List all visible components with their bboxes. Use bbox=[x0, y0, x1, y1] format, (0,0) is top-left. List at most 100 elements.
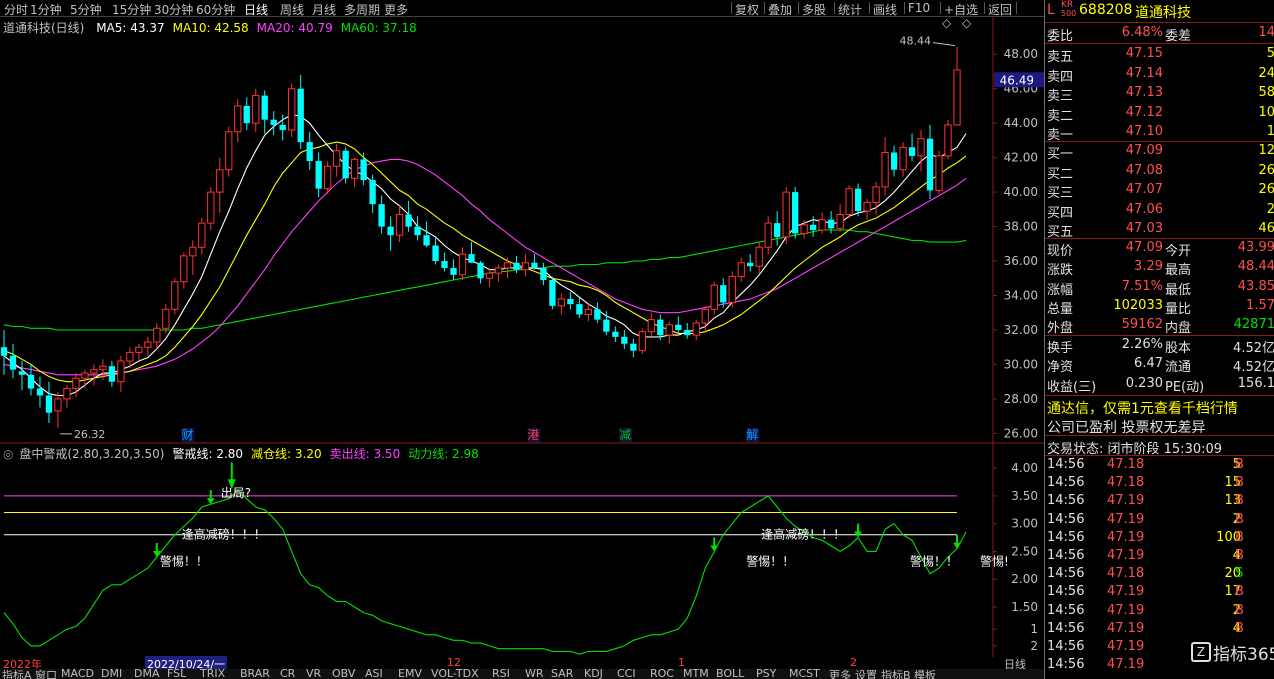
indicator-tab-2[interactable]: MACD bbox=[61, 669, 94, 679]
indicator-tab-20[interactable]: MTM bbox=[683, 669, 709, 679]
indicator-tab-3[interactable]: DMI bbox=[101, 669, 122, 679]
ask-row[interactable]: 卖三 47.13 58 bbox=[1045, 84, 1274, 104]
toolbar-1[interactable]: 叠加 bbox=[768, 1, 792, 18]
candle bbox=[270, 111, 277, 136]
fundamental-value: 0.230 bbox=[1125, 375, 1163, 391]
axis-month-1: 1 bbox=[678, 656, 685, 669]
candle bbox=[54, 392, 62, 428]
indicator-tab-17[interactable]: KDJ bbox=[584, 669, 603, 679]
trade-status-row: 交易状态: 闭市阶段 15:30:09 bbox=[1045, 437, 1274, 457]
period-10[interactable]: 更多 bbox=[384, 1, 408, 18]
stock-header: L KR 500 688208 道通科技 bbox=[1045, 0, 1274, 22]
toolbar-5[interactable]: F10 bbox=[908, 1, 930, 15]
candle bbox=[557, 293, 566, 315]
kline-chart[interactable]: 48.00 46.00 44.00 42.00 40.00 38.00 36.00 34.00… bbox=[0, 16, 1044, 657]
period-7[interactable]: 周线 bbox=[280, 1, 304, 18]
ad-text[interactable]: 通达信，仅需1元查看千档行情 bbox=[1047, 398, 1238, 418]
toolbar-2[interactable]: 多股 bbox=[802, 1, 826, 18]
candle bbox=[108, 361, 116, 387]
indicator-tab-0[interactable]: 指标A bbox=[2, 669, 32, 679]
period-8[interactable]: 月线 bbox=[312, 1, 336, 18]
event-marker-1[interactable]: 港 bbox=[527, 428, 541, 442]
indicator-tab-24[interactable]: 更多 bbox=[829, 669, 851, 679]
indicator-tab-14[interactable]: RSI bbox=[492, 669, 510, 679]
indicator-tab-7[interactable]: BRAR bbox=[240, 669, 270, 679]
period-5[interactable]: 60分钟 bbox=[196, 1, 235, 18]
candle bbox=[863, 199, 871, 220]
indicator-tab-18[interactable]: CCI bbox=[617, 669, 636, 679]
candle bbox=[792, 186, 799, 239]
bid-row[interactable]: 买三 47.07 26 bbox=[1045, 181, 1274, 201]
indicator-tab-21[interactable]: BOLL bbox=[716, 669, 744, 679]
period-2[interactable]: 5分钟 bbox=[70, 1, 102, 18]
indicator-tab-22[interactable]: PSY bbox=[756, 669, 776, 679]
indicator-tab-13[interactable]: VOL-TDX bbox=[431, 669, 479, 679]
quote-row: 外盘 59162 内盘 42871 bbox=[1045, 316, 1274, 336]
bid-row[interactable]: 买五 47.03 46 bbox=[1045, 220, 1274, 240]
indicator-tab-25[interactable]: 设置 bbox=[855, 669, 877, 679]
candle bbox=[540, 262, 547, 286]
candle bbox=[926, 124, 934, 199]
candle bbox=[774, 211, 781, 246]
indicator-tab-5[interactable]: FSL bbox=[167, 669, 186, 679]
period-6[interactable]: 日线 bbox=[244, 1, 268, 18]
indicator-tab-6[interactable]: TRIX bbox=[200, 669, 225, 679]
fundamental-value-2: 4.52亿 bbox=[1233, 341, 1274, 356]
indicator-legend-2: 减仓线: 3.20 bbox=[251, 447, 322, 461]
ask-row[interactable]: 卖一 47.10 1 bbox=[1045, 123, 1274, 143]
indicator-tab-11[interactable]: ASI bbox=[365, 669, 383, 679]
event-marker-0[interactable]: 财 bbox=[182, 428, 195, 442]
indicator-tab-1[interactable]: 窗口 bbox=[35, 669, 57, 679]
ask-row[interactable]: 卖二 47.12 10 bbox=[1045, 104, 1274, 124]
toolbar-divider bbox=[834, 2, 835, 14]
diamond-icon[interactable]: ◇ bbox=[942, 16, 951, 30]
indicator-tab-9[interactable]: VR bbox=[306, 669, 321, 679]
indicator-tab-27[interactable]: 模板 bbox=[914, 669, 936, 679]
ask-price: 47.13 bbox=[1125, 85, 1163, 100]
toolbar-7[interactable]: 返回 bbox=[988, 1, 1012, 18]
tick-row: 14:56 47.19 4 B bbox=[1045, 547, 1274, 565]
indicator-tab-8[interactable]: CR bbox=[280, 669, 295, 679]
ask-row[interactable]: 卖四 47.14 24 bbox=[1045, 65, 1274, 85]
ask-row[interactable]: 卖五 47.15 5 bbox=[1045, 45, 1274, 65]
ad-banner[interactable]: 通达信，仅需1元查看千档行情 bbox=[1045, 397, 1274, 418]
bid-row[interactable]: 买一 47.09 12 bbox=[1045, 142, 1274, 162]
indicator-tab-23[interactable]: MCST bbox=[789, 669, 820, 679]
bid-price: 47.07 bbox=[1125, 182, 1163, 197]
period-3[interactable]: 15分钟 bbox=[112, 1, 151, 18]
diamond-icon-2[interactable]: ◇ bbox=[962, 16, 971, 30]
candle bbox=[890, 145, 898, 177]
indicator-tab-15[interactable]: WR bbox=[525, 669, 544, 679]
stock-name: 道通科技 bbox=[1135, 5, 1191, 21]
bid-row[interactable]: 买二 47.08 26 bbox=[1045, 162, 1274, 182]
toolbar-0[interactable]: 复权 bbox=[735, 1, 759, 18]
high-mark-arrow bbox=[932, 42, 956, 47]
indicator-tab-16[interactable]: SAR bbox=[551, 669, 573, 679]
indicator-tab-12[interactable]: EMV bbox=[398, 669, 422, 679]
period-1[interactable]: 1分钟 bbox=[30, 1, 62, 18]
bid-volume: 12 bbox=[1258, 143, 1274, 158]
indicator-tab-10[interactable]: OBV bbox=[332, 669, 355, 679]
toolbar-3[interactable]: 统计 bbox=[838, 1, 862, 18]
chart-canvas[interactable]: 48.0046.0044.0042.0040.0038.0036.0034.00… bbox=[0, 17, 1044, 657]
period-4[interactable]: 30分钟 bbox=[154, 1, 193, 18]
candle bbox=[414, 216, 421, 241]
event-marker-2[interactable]: 减 bbox=[619, 428, 633, 442]
indicator-tab-19[interactable]: ROC bbox=[650, 669, 674, 679]
toolbar-divider bbox=[984, 2, 985, 14]
svg-text:解: 解 bbox=[746, 428, 758, 442]
quote-row: 涨跌 3.29 最高 48.44 bbox=[1045, 258, 1274, 278]
fundamental-row: 换手 2.26% 股本 4.52亿 bbox=[1045, 336, 1274, 356]
indicator-tick-label: 2 bbox=[1030, 639, 1038, 653]
period-0[interactable]: 分时 bbox=[4, 1, 28, 18]
indicator-tab-26[interactable]: 指标B bbox=[881, 669, 911, 679]
period-9[interactable]: 多周期 bbox=[344, 1, 380, 18]
annotation-high-reduce-2: 逢高减磅！！！ bbox=[761, 527, 845, 542]
event-marker-4[interactable]: 解 bbox=[746, 428, 760, 442]
indicator-tab-4[interactable]: DMA bbox=[134, 669, 160, 679]
candle bbox=[764, 216, 772, 255]
candle bbox=[692, 319, 700, 341]
candle bbox=[908, 133, 916, 162]
bid-row[interactable]: 买四 47.06 2 bbox=[1045, 201, 1274, 221]
toolbar-4[interactable]: 画线 bbox=[873, 1, 897, 18]
